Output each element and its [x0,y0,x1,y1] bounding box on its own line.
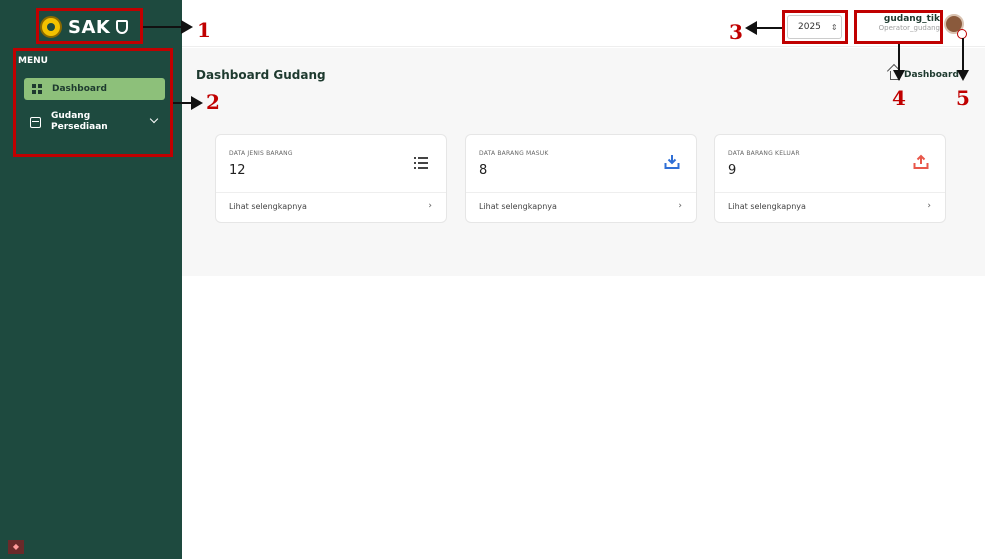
main-content: Dashboard Gudang Dashboard DATA JENIS BA… [182,48,985,559]
card-header: DATA BARANG KELUAR 9 [715,135,945,193]
annotation-arrow-4 [898,44,900,71]
card-label: DATA JENIS BARANG [229,150,293,157]
bottom-logo-icon: ◆ [8,540,24,554]
card-value: 8 [479,163,488,178]
card-barang-masuk: DATA BARANG MASUK 8 Lihat selengkapnya › [465,134,697,223]
card-more-link[interactable]: Lihat selengkapnya [479,202,557,211]
card-label: DATA BARANG KELUAR [728,150,800,157]
annotation-box-2 [13,48,173,157]
card-value: 12 [229,163,246,178]
upload-icon [913,154,929,169]
card-value: 9 [728,163,737,178]
list-icon [414,157,428,169]
annotation-arrow-1 [143,26,181,28]
chevron-right-icon[interactable]: › [678,201,682,211]
annotation-label-3: 3 [729,20,743,44]
breadcrumb-label: Dashboard [904,69,959,80]
card-header: DATA JENIS BARANG 12 [216,135,446,193]
annotation-label-2: 2 [206,90,220,114]
annotation-label-4: 4 [892,86,906,110]
annotation-box-4 [854,10,943,44]
download-icon [664,155,680,169]
annotation-label-1: 1 [197,18,211,42]
annotation-arrowhead-4 [893,70,905,81]
card-header: DATA BARANG MASUK 8 [466,135,696,193]
annotation-arrowhead-1 [181,20,193,34]
annotation-arrow-5 [962,38,964,71]
annotation-arrowhead-5 [957,70,969,81]
card-more-link[interactable]: Lihat selengkapnya [728,202,806,211]
page-title: Dashboard Gudang [196,68,326,82]
card-barang-keluar: DATA BARANG KELUAR 9 Lihat selengkapnya … [714,134,946,223]
annotation-arrowhead-2 [191,96,203,110]
chevron-right-icon[interactable]: › [927,201,931,211]
annotation-arrowhead-3 [745,21,757,35]
annotation-box-1 [36,8,143,44]
annotation-label-5: 5 [956,86,970,110]
card-jenis-barang: DATA JENIS BARANG 12 Lihat selengkapnya … [215,134,447,223]
annotation-arrow-3 [756,27,782,29]
card-more-link[interactable]: Lihat selengkapnya [229,202,307,211]
card-label: DATA BARANG MASUK [479,150,549,157]
annotation-box-3 [782,10,848,44]
annotation-arrow-2 [173,102,191,104]
chevron-right-icon[interactable]: › [428,201,432,211]
